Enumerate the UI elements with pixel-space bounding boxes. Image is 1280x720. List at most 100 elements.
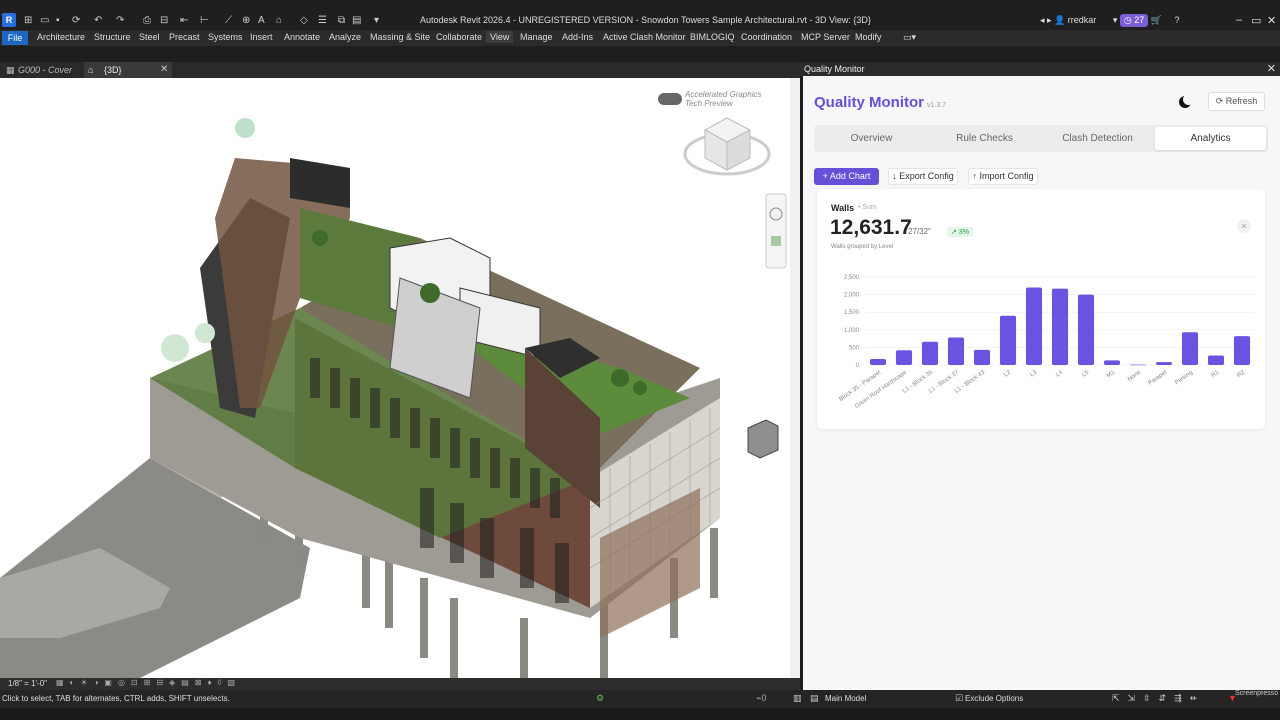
home-icon[interactable]: ⊞ — [24, 15, 32, 27]
3d-viewport[interactable]: Accelerated Graphics Tech Preview — [0, 78, 790, 678]
help-icon[interactable]: ? — [1175, 15, 1180, 25]
text-icon[interactable]: A — [258, 15, 265, 27]
switch-windows-icon[interactable]: ▤ — [352, 15, 361, 27]
section-icon[interactable]: ◇ — [300, 15, 308, 27]
spot-icon[interactable]: ⊕ — [242, 15, 250, 27]
model-icon[interactable]: ▤ — [810, 693, 819, 704]
chart-bar[interactable] — [1233, 336, 1251, 365]
quality-monitor-panel: Quality Monitor v1.3.7 ⟳ Refresh Overview… — [803, 76, 1280, 690]
chart-bar[interactable] — [1025, 287, 1043, 365]
tab-coordination[interactable]: Coordination — [741, 32, 792, 42]
tab-collaborate[interactable]: Collaborate — [436, 32, 482, 42]
chart-bar[interactable] — [947, 337, 965, 365]
cart-icon[interactable]: 🛒 — [1151, 15, 1162, 25]
minimize-icon[interactable]: – — [1236, 14, 1242, 26]
undo-icon[interactable]: ↶ — [94, 15, 102, 27]
chart-bar[interactable] — [1077, 294, 1095, 365]
chart-bar[interactable] — [869, 359, 887, 365]
tab-overview[interactable]: Overview — [816, 127, 927, 150]
chart-bar[interactable] — [1181, 332, 1199, 365]
export-config-button[interactable]: ↓ Export Config — [888, 168, 958, 185]
close-views-icon[interactable]: ⧉ — [338, 15, 345, 27]
save-icon[interactable]: ▪ — [56, 15, 60, 27]
building-model[interactable] — [0, 78, 790, 678]
navigation-bar[interactable] — [765, 193, 787, 269]
tab-modify[interactable]: Modify — [855, 32, 882, 42]
thin-lines-icon[interactable]: ☰ — [318, 15, 327, 27]
viewport-scrollbar[interactable] — [790, 78, 800, 678]
chart-bar[interactable] — [895, 350, 913, 365]
print-icon[interactable]: ⎙ — [143, 15, 151, 27]
accelerated-graphics-label: Accelerated Graphics Tech Preview — [685, 90, 761, 108]
panel-title-bar: Quality Monitor ✕ — [800, 62, 1280, 76]
user-icon[interactable]: 👤 — [1054, 15, 1065, 25]
chart-bar[interactable] — [999, 315, 1017, 365]
tab-mcp-server[interactable]: MCP Server — [801, 32, 850, 42]
measure-icon[interactable]: ⊟ — [160, 15, 168, 27]
user-name[interactable]: rredkar — [1068, 15, 1097, 25]
card-close-button[interactable]: × — [1237, 219, 1251, 233]
tab-active-clash-monitor[interactable]: Active Clash Monitor — [603, 32, 686, 42]
tab-structure[interactable]: Structure — [94, 32, 131, 42]
tag-icon[interactable]: ⟋ — [225, 15, 232, 27]
refresh-button[interactable]: ⟳ Refresh — [1208, 92, 1265, 111]
tab-add-ins[interactable]: Add-Ins — [562, 32, 593, 42]
tab-view[interactable]: View — [486, 31, 514, 43]
worksets-icon[interactable]: ⚙ — [596, 693, 604, 704]
customize-qat-icon[interactable]: ▾ — [374, 15, 379, 27]
redo-icon[interactable]: ↷ — [116, 15, 124, 27]
revit-logo-icon[interactable]: R — [2, 13, 16, 27]
main-model-label[interactable]: Main Model — [825, 694, 866, 703]
tab-steel[interactable]: Steel — [139, 32, 160, 42]
tab-rule-checks[interactable]: Rule Checks — [929, 127, 1040, 150]
notification-badge[interactable]: ◷ 27 — [1119, 14, 1149, 27]
chart-bar[interactable] — [973, 349, 991, 365]
exclude-checkbox[interactable]: ☑ — [955, 693, 963, 704]
design-options-icon[interactable]: ▥ — [793, 693, 802, 704]
chart-bar[interactable] — [1129, 364, 1147, 366]
scale-label[interactable]: 1/8" = 1'-0" — [8, 678, 47, 690]
tab-file[interactable]: File — [2, 31, 28, 45]
view-tab-3d[interactable]: {3D} — [84, 62, 172, 78]
ribbon-toggle-icon[interactable]: ▭▾ — [903, 32, 916, 43]
chart-bar[interactable] — [1051, 288, 1069, 365]
chart-bar[interactable] — [1207, 355, 1225, 365]
close-tab-icon[interactable]: ✕ — [160, 64, 168, 75]
close-window-icon[interactable]: ✕ — [1267, 14, 1276, 27]
chart-bar[interactable] — [921, 341, 939, 365]
tab-analyze[interactable]: Analyze — [329, 32, 361, 42]
dark-mode-icon[interactable] — [1179, 94, 1194, 108]
accelerated-graphics-toggle[interactable] — [658, 93, 682, 105]
exclude-options-label[interactable]: Exclude Options — [965, 694, 1023, 703]
add-chart-button[interactable]: + Add Chart — [814, 168, 879, 185]
view-tab-cover[interactable]: G000 - Cover — [18, 62, 72, 78]
window-title: Autodesk Revit 2026.4 - UNREGISTERED VER… — [420, 15, 871, 25]
maximize-icon[interactable]: ▭ — [1251, 14, 1261, 27]
chart-bar[interactable] — [1155, 362, 1173, 365]
tab-insert[interactable]: Insert — [250, 32, 273, 42]
tab-bimlogiq[interactable]: BIMLOGIQ — [690, 32, 735, 42]
tab-architecture[interactable]: Architecture — [37, 32, 85, 42]
align-icon[interactable]: ⇤ — [180, 15, 188, 27]
tab-annotate[interactable]: Annotate — [284, 32, 320, 42]
tab-analytics[interactable]: Analytics — [1155, 127, 1266, 150]
tab-systems[interactable]: Systems — [208, 32, 243, 42]
tab-massing-site[interactable]: Massing & Site — [370, 32, 430, 42]
tab-precast[interactable]: Precast — [169, 32, 200, 42]
dropdown-icon[interactable]: ▾ — [1113, 15, 1118, 25]
view-control-icons[interactable]: ▦◐☀◑▣◎⊡⊞⊟◈▤⊠♦◊▧ — [56, 678, 241, 687]
chart-bar[interactable] — [1103, 360, 1121, 365]
tab-clash-detection[interactable]: Clash Detection — [1042, 127, 1153, 150]
editable-icon[interactable]: ⌁0 — [756, 693, 766, 704]
panel-version: v1.3.7 — [927, 102, 947, 109]
search-arrow-icon[interactable]: ◂ ▸ — [1040, 15, 1052, 25]
panel-close-icon[interactable]: ✕ — [1267, 62, 1276, 75]
selection-filter-icons[interactable]: ⇱⇲⇳⇵⇶⇷ — [1112, 693, 1205, 704]
open-icon[interactable]: ▭ — [40, 15, 49, 27]
3d-view-icon[interactable]: ⌂ — [276, 15, 282, 27]
import-config-button[interactable]: ↑ Import Config — [968, 168, 1038, 185]
dimension-icon[interactable]: ⊢ — [200, 15, 209, 27]
tab-manage[interactable]: Manage — [520, 32, 553, 42]
sync-icon[interactable]: ⟳ — [72, 15, 80, 27]
view-cube[interactable] — [683, 117, 771, 176]
